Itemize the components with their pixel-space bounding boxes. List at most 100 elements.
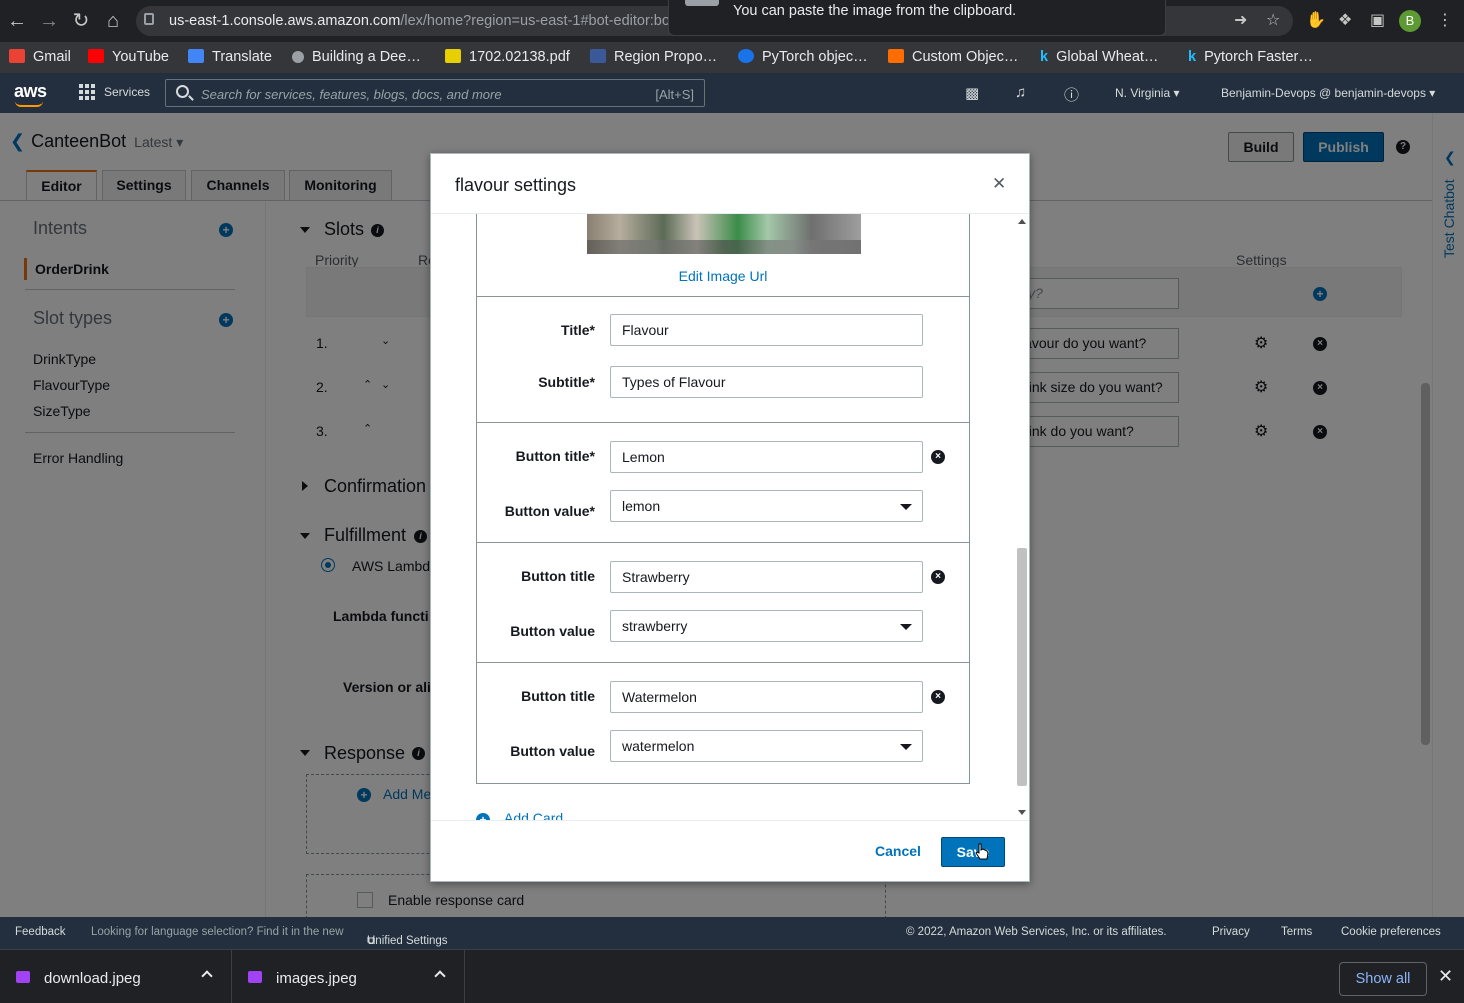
button-value-select[interactable]: watermelon <box>610 730 923 762</box>
star-icon[interactable]: ☆ <box>1266 10 1280 30</box>
cloudshell-icon[interactable]: ▩ <box>965 84 979 102</box>
bookmark-label: Building a Dee… <box>312 49 421 65</box>
button-value-label: Button value* <box>504 503 595 519</box>
button-value-select[interactable]: strawberry <box>610 610 923 642</box>
close-icon[interactable]: ✕ <box>992 174 1006 194</box>
flavour-settings-dialog: flavour settings ✕ Edit Image Url Title*… <box>430 153 1030 882</box>
scroll-thumb[interactable] <box>1017 548 1027 786</box>
back-icon[interactable]: ← <box>4 8 30 34</box>
terms-link[interactable]: Terms <box>1281 926 1312 938</box>
bookmark-pytorch[interactable]: PyTorch objec… <box>738 46 868 68</box>
reload-icon[interactable]: ↻ <box>68 8 94 34</box>
button-title-label: Button title <box>521 568 595 584</box>
close-icon[interactable]: ✕ <box>1438 966 1453 987</box>
dialog-title: flavour settings <box>455 175 577 195</box>
search-placeholder: Search for services, features, blogs, do… <box>201 87 502 102</box>
scroll-up-icon[interactable] <box>1018 219 1026 224</box>
cancel-button[interactable]: Cancel <box>875 843 921 859</box>
scroll-down-icon[interactable] <box>1018 810 1026 815</box>
bookmark-label: Custom Objec… <box>912 49 1019 65</box>
bookmark-youtube[interactable]: YouTube <box>88 46 169 68</box>
bookmark-custom[interactable]: Custom Objec… <box>888 46 1018 68</box>
sidepanel-icon[interactable]: ▣ <box>1370 10 1385 30</box>
bookmark-label: Global Wheat… <box>1056 49 1159 65</box>
puzzle-icon[interactable]: ❖ <box>1338 10 1352 30</box>
remove-button-icon[interactable]: × <box>931 570 945 584</box>
bookmark-building[interactable]: Building a Dee… <box>292 46 421 68</box>
button-title-input[interactable]: Strawberry <box>610 561 923 593</box>
download-item[interactable]: images.jpeg <box>232 950 465 1003</box>
dialog-footer: Cancel Save <box>431 820 1029 882</box>
divider <box>477 296 969 297</box>
help-icon[interactable]: ⓘ <box>1064 84 1079 105</box>
account-label: Benjamin-Devops @ benjamin-devops <box>1221 86 1426 100</box>
region-selector[interactable]: N. Virginia ▾ <box>1115 86 1180 100</box>
subtitle-input[interactable]: Types of Flavour <box>610 366 923 398</box>
download-item[interactable]: download.jpeg <box>0 950 232 1003</box>
bookmark-pdf[interactable]: 1702.02138.pdf <box>445 46 570 68</box>
language-note: Looking for language selection? Find it … <box>91 926 344 938</box>
edit-image-url-link[interactable]: Edit Image Url <box>477 268 969 284</box>
services-grid-icon[interactable] <box>79 84 95 100</box>
response-card: Edit Image Url Title* Flavour Subtitle* … <box>476 214 970 784</box>
chevron-up-icon[interactable] <box>434 970 446 982</box>
divider <box>477 662 969 663</box>
unified-settings-label: Unified Settings <box>367 935 448 947</box>
bookmark-gmail[interactable]: Gmail <box>9 46 71 68</box>
url-path: /lex/home?region=us-east-1#bot-editor:bo… <box>400 13 683 29</box>
button-title-input[interactable]: Watermelon <box>610 681 923 713</box>
button-value-label: Button value <box>510 743 595 759</box>
cookie-preferences-link[interactable]: Cookie preferences <box>1341 926 1441 938</box>
download-filename: download.jpeg <box>44 970 141 987</box>
aws-console-footer: Feedback Looking for language selection?… <box>0 917 1464 949</box>
clipboard-icon <box>685 0 719 6</box>
privacy-link[interactable]: Privacy <box>1212 926 1250 938</box>
extension-stop-icon[interactable]: ✋ <box>1306 10 1326 30</box>
browser-toolbar: ← → ↻ ⌂ us-east-1.console.aws.amazon.com… <box>0 0 1464 42</box>
aws-search-input[interactable]: Search for services, features, blogs, do… <box>165 79 705 107</box>
button-title-label: Button title <box>521 688 595 704</box>
profile-avatar[interactable]: B <box>1399 10 1421 32</box>
aws-logo-text: aws <box>14 81 47 101</box>
title-input[interactable]: Flavour <box>610 314 923 346</box>
dialog-scrollbar[interactable] <box>1016 214 1028 820</box>
translate-icon <box>188 49 204 63</box>
chevron-up-icon[interactable] <box>201 970 213 982</box>
button-value-select[interactable]: lemon <box>610 490 923 522</box>
image-file-icon <box>16 971 30 983</box>
site-icon <box>888 49 904 63</box>
hand-cursor-icon <box>975 843 989 860</box>
url-text: us-east-1.console.aws.amazon.com/lex/hom… <box>169 13 682 29</box>
add-icon: + <box>476 813 490 820</box>
bookmark-translate[interactable]: Translate <box>188 46 272 68</box>
services-menu[interactable]: Services <box>104 85 150 99</box>
bell-icon[interactable]: ♫ <box>1015 84 1026 101</box>
remove-button-icon[interactable]: × <box>931 450 945 464</box>
bookmark-region[interactable]: Region Propo… <box>590 46 717 68</box>
add-card-link[interactable]: + Add Card <box>476 810 563 820</box>
downloads-bar: download.jpeg images.jpeg Show all ✕ <box>0 949 1464 1003</box>
bookmark-label: PyTorch objec… <box>762 49 868 65</box>
bookmark-pytorch-faster[interactable]: k Pytorch Faster… <box>1188 46 1313 68</box>
image-file-icon <box>248 971 262 983</box>
button-title-input[interactable]: Lemon <box>610 441 923 473</box>
card-image <box>587 214 861 254</box>
search-icon <box>176 85 189 98</box>
bookmark-label: Region Propo… <box>614 49 718 65</box>
show-all-button[interactable]: Show all <box>1339 962 1427 996</box>
aws-logo[interactable]: aws <box>14 81 47 107</box>
home-icon[interactable]: ⌂ <box>100 8 126 34</box>
menu-icon[interactable]: ⋮ <box>1437 10 1453 30</box>
save-button[interactable]: Save <box>941 837 1005 867</box>
bookmark-label: YouTube <box>112 49 169 65</box>
site-icon <box>590 49 606 63</box>
share-icon[interactable]: ➜ <box>1234 10 1247 30</box>
bookmark-global-wheat[interactable]: k Global Wheat… <box>1040 46 1158 68</box>
site-icon <box>292 51 304 63</box>
kaggle-icon: k <box>1188 49 1197 65</box>
forward-icon[interactable]: → <box>36 8 62 34</box>
button-value-label: Button value <box>510 623 595 639</box>
feedback-link[interactable]: Feedback <box>15 926 66 938</box>
account-menu[interactable]: Benjamin-Devops @ benjamin-devops ▾ <box>1221 86 1435 100</box>
remove-button-icon[interactable]: × <box>931 690 945 704</box>
